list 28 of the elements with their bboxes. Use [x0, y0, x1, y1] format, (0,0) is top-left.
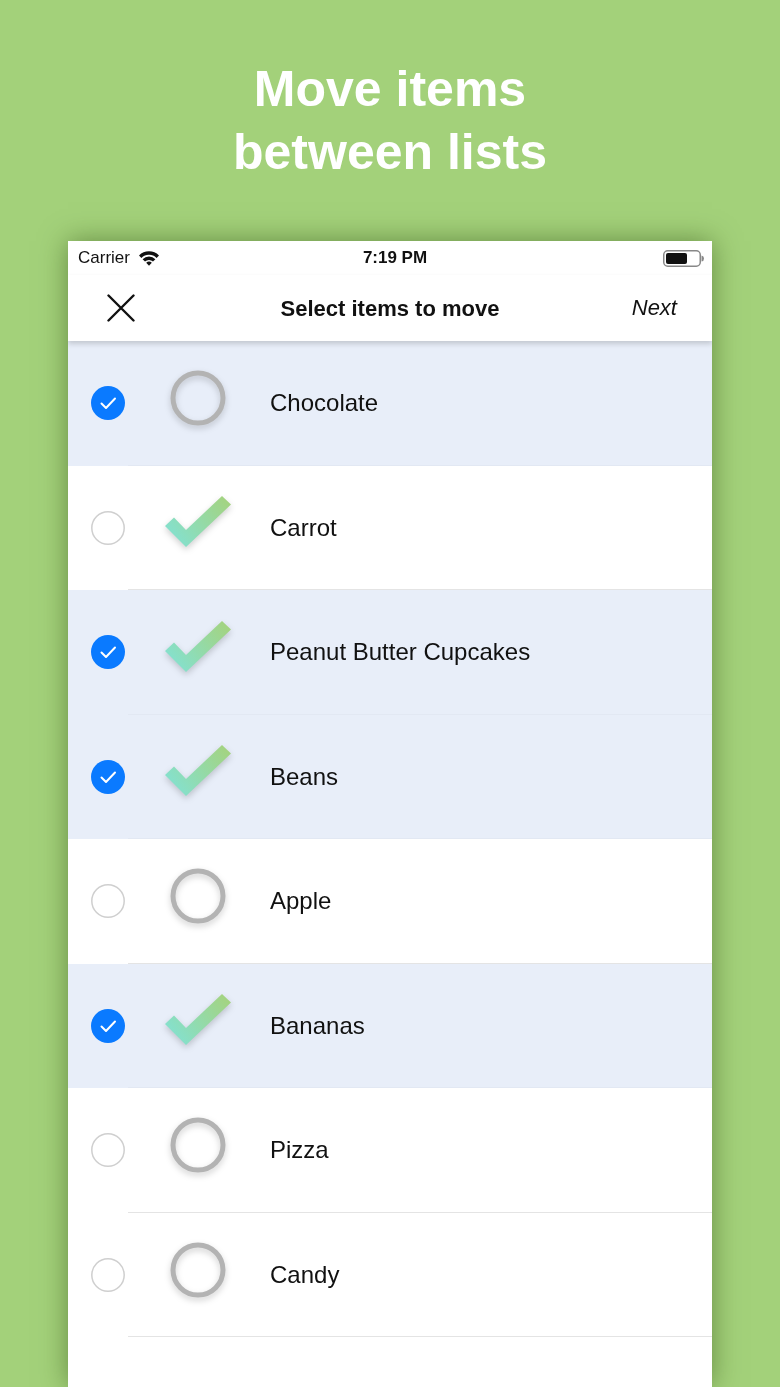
item-label: Pizza [270, 1135, 329, 1166]
next-button[interactable]: Next [628, 294, 680, 322]
selection-circle-icon[interactable] [91, 759, 125, 794]
screen-title: Select items to move [280, 294, 500, 323]
item-label: Candy [270, 1259, 340, 1290]
headline: Move items between lists [232, 60, 548, 182]
item-label: Chocolate [270, 388, 379, 419]
list-row[interactable]: Apple [68, 839, 712, 964]
wifi-icon [137, 250, 160, 266]
list-row[interactable]: Chocolate [68, 341, 712, 466]
item-label: Beans [270, 761, 339, 792]
selection-circle-icon[interactable] [91, 1008, 125, 1043]
clock-time: 7:19 PM [361, 247, 428, 270]
carrier-name: Carrier [78, 247, 130, 270]
list-row[interactable]: Carrot [68, 465, 712, 590]
battery-icon [663, 249, 704, 267]
item-label: Bananas [270, 1010, 365, 1041]
list-row[interactable]: Peanut Butter Cupcakes [68, 590, 712, 715]
selection-circle-icon[interactable] [91, 386, 125, 421]
list-row[interactable]: Candy [68, 1212, 712, 1337]
item-label: Apple [270, 886, 332, 917]
list-row[interactable]: Beans [68, 714, 712, 839]
selection-circle-icon[interactable] [91, 635, 125, 670]
list-row[interactable]: Bananas [68, 963, 712, 1088]
list-row[interactable]: Pizza [68, 1088, 712, 1213]
item-label: Peanut Butter Cupcakes [270, 637, 531, 668]
close-icon[interactable] [107, 294, 135, 322]
item-label: Carrot [270, 512, 337, 543]
